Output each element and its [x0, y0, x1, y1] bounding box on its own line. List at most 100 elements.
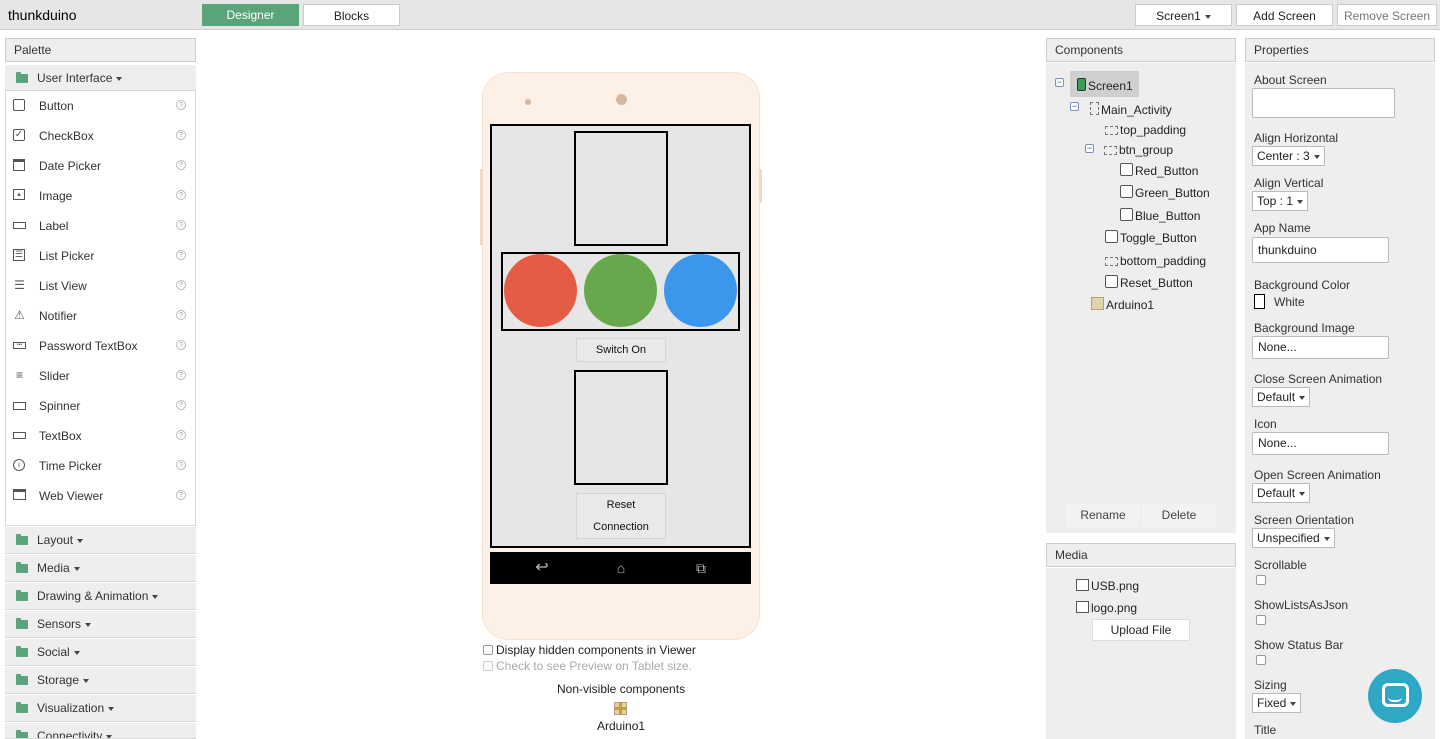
help-icon[interactable]: ? — [176, 460, 186, 470]
tree-item-top-padding[interactable]: top_padding — [1105, 123, 1186, 137]
palette-category-sensors[interactable]: Sensors — [5, 611, 196, 638]
palette-item-spinner[interactable]: Spinner? — [6, 391, 195, 421]
palette-category-visualization[interactable]: Visualization — [5, 695, 196, 722]
about-screen-textarea[interactable] — [1252, 88, 1395, 118]
help-icon[interactable]: ? — [176, 100, 186, 110]
help-icon[interactable]: ? — [176, 340, 186, 350]
align-vertical-select[interactable]: Top : 1 — [1252, 191, 1309, 211]
scrollable-checkbox[interactable] — [1256, 575, 1266, 585]
palette-item-button[interactable]: Button? — [6, 91, 195, 121]
palette-item-date-picker[interactable]: Date Picker? — [6, 151, 195, 181]
palette-item-list-picker[interactable]: ☰ List Picker? — [6, 241, 195, 271]
show-lists-as-json-checkbox[interactable] — [1256, 615, 1266, 625]
password-icon: ••• — [13, 342, 26, 349]
display-hidden-checkbox[interactable] — [483, 645, 493, 655]
delete-button[interactable]: Delete — [1142, 503, 1216, 527]
tree-item-blue-button[interactable]: Blue_Button — [1120, 208, 1200, 223]
screen-select-dropdown[interactable]: Screen1 — [1135, 4, 1232, 26]
background-image-input[interactable]: None... — [1252, 336, 1389, 359]
help-icon[interactable]: ? — [176, 430, 186, 440]
tree-item-screen1[interactable]: Screen1 — [1077, 78, 1133, 93]
screen-select-label: Screen1 — [1156, 9, 1201, 23]
folder-icon — [16, 674, 28, 685]
palette-item-web-viewer[interactable]: Web Viewer? — [6, 481, 195, 511]
screen-orientation-select[interactable]: Unspecified — [1252, 528, 1335, 548]
media-file-logo[interactable]: logo.png — [1076, 601, 1137, 615]
blocks-tab[interactable]: Blocks — [303, 4, 400, 26]
top-padding-arrangement[interactable] — [574, 131, 668, 246]
blue-button[interactable] — [664, 254, 737, 327]
tree-item-toggle-button[interactable]: Toggle_Button — [1105, 230, 1197, 245]
app-name-input[interactable]: thunkduino — [1252, 237, 1389, 263]
red-button[interactable] — [504, 254, 577, 327]
tree-item-arduino1[interactable]: Arduino1 — [1091, 297, 1154, 312]
tree-item-btn-group[interactable]: btn_group — [1104, 143, 1173, 157]
media-file-usb[interactable]: USB.png — [1076, 579, 1139, 593]
icon-input[interactable]: None... — [1252, 432, 1389, 455]
media-header: Media — [1046, 543, 1236, 567]
align-horizontal-label: Align Horizontal — [1254, 131, 1339, 145]
designer-tab[interactable]: Designer — [202, 4, 299, 26]
collapse-icon[interactable]: − — [1085, 144, 1094, 153]
bottom-padding-arrangement[interactable] — [574, 370, 668, 485]
background-color-value[interactable]: White — [1274, 295, 1305, 309]
palette-item-notifier[interactable]: ⚠ Notifier? — [6, 301, 195, 331]
palette-item-image[interactable]: ▴ Image? — [6, 181, 195, 211]
palette-item-password-textbox[interactable]: ••• Password TextBox? — [6, 331, 195, 361]
help-icon[interactable]: ? — [176, 250, 186, 260]
help-icon[interactable]: ? — [176, 130, 186, 140]
reset-button[interactable]: Reset Connection — [576, 493, 666, 539]
open-screen-animation-select[interactable]: Default — [1252, 483, 1311, 503]
palette-item-slider[interactable]: ≡ Slider? — [6, 361, 195, 391]
palette-category-user-interface[interactable]: User Interface — [5, 65, 196, 91]
help-icon[interactable]: ? — [176, 400, 186, 410]
toggle-button[interactable]: Switch On — [576, 338, 666, 362]
palette-item-time-picker[interactable]: ı Time Picker? — [6, 451, 195, 481]
palette-category-layout[interactable]: Layout — [5, 527, 196, 554]
align-horizontal-select[interactable]: Center : 3 — [1252, 146, 1325, 166]
palette-category-connectivity[interactable]: Connectivity — [5, 723, 196, 739]
help-icon[interactable]: ? — [176, 490, 186, 500]
tree-item-main-activity[interactable]: Main_Activity — [1090, 102, 1172, 117]
help-icon[interactable]: ? — [176, 160, 186, 170]
remove-screen-button[interactable]: Remove Screen — [1337, 4, 1437, 26]
folder-icon — [16, 72, 28, 83]
help-icon[interactable]: ? — [176, 220, 186, 230]
sizing-select[interactable]: Fixed — [1252, 693, 1302, 713]
palette-item-list-view[interactable]: ☰ List View? — [6, 271, 195, 301]
green-button[interactable] — [584, 254, 657, 327]
help-icon[interactable]: ? — [176, 190, 186, 200]
close-screen-animation-select[interactable]: Default — [1252, 387, 1311, 407]
help-icon[interactable]: ? — [176, 280, 186, 290]
horizontal-arrangement-icon — [1105, 126, 1118, 135]
help-icon[interactable]: ? — [176, 370, 186, 380]
scrollable-label: Scrollable — [1254, 558, 1307, 572]
tree-item-label: Blue_Button — [1135, 209, 1201, 223]
palette-category-storage[interactable]: Storage — [5, 667, 196, 694]
tree-item-bottom-padding[interactable]: bottom_padding — [1105, 254, 1206, 268]
palette-category-social[interactable]: Social — [5, 639, 196, 666]
palette-item-textbox[interactable]: TextBox? — [6, 421, 195, 451]
palette-category-drawing[interactable]: Drawing & Animation — [5, 583, 196, 610]
add-screen-button[interactable]: Add Screen — [1236, 4, 1333, 26]
select-value: Top : 1 — [1257, 194, 1294, 208]
tree-item-green-button[interactable]: Green_Button — [1120, 185, 1210, 200]
nonvisible-component-name[interactable]: Arduino1 — [597, 719, 645, 733]
upload-file-button[interactable]: Upload File — [1092, 619, 1190, 641]
tree-item-reset-button[interactable]: Reset_Button — [1105, 275, 1193, 290]
palette-item-label[interactable]: Label? — [6, 211, 195, 241]
collapse-icon[interactable]: − — [1055, 78, 1064, 87]
tree-item-red-button[interactable]: Red_Button — [1120, 163, 1198, 178]
chat-support-button[interactable] — [1368, 669, 1422, 723]
top-bar: thunkduino Designer Blocks Screen1 Add S… — [0, 0, 1440, 30]
collapse-icon[interactable]: − — [1070, 102, 1079, 111]
tablet-preview-checkbox[interactable] — [483, 661, 493, 671]
palette-item-label: List Picker — [39, 249, 95, 263]
help-icon[interactable]: ? — [176, 310, 186, 320]
show-status-bar-checkbox[interactable] — [1256, 655, 1266, 665]
rename-button[interactable]: Rename — [1066, 503, 1140, 527]
color-swatch[interactable] — [1254, 294, 1265, 309]
palette-item-checkbox[interactable]: ✓ CheckBox? — [6, 121, 195, 151]
app-name: thunkduino — [8, 7, 77, 23]
palette-category-media[interactable]: Media — [5, 555, 196, 582]
